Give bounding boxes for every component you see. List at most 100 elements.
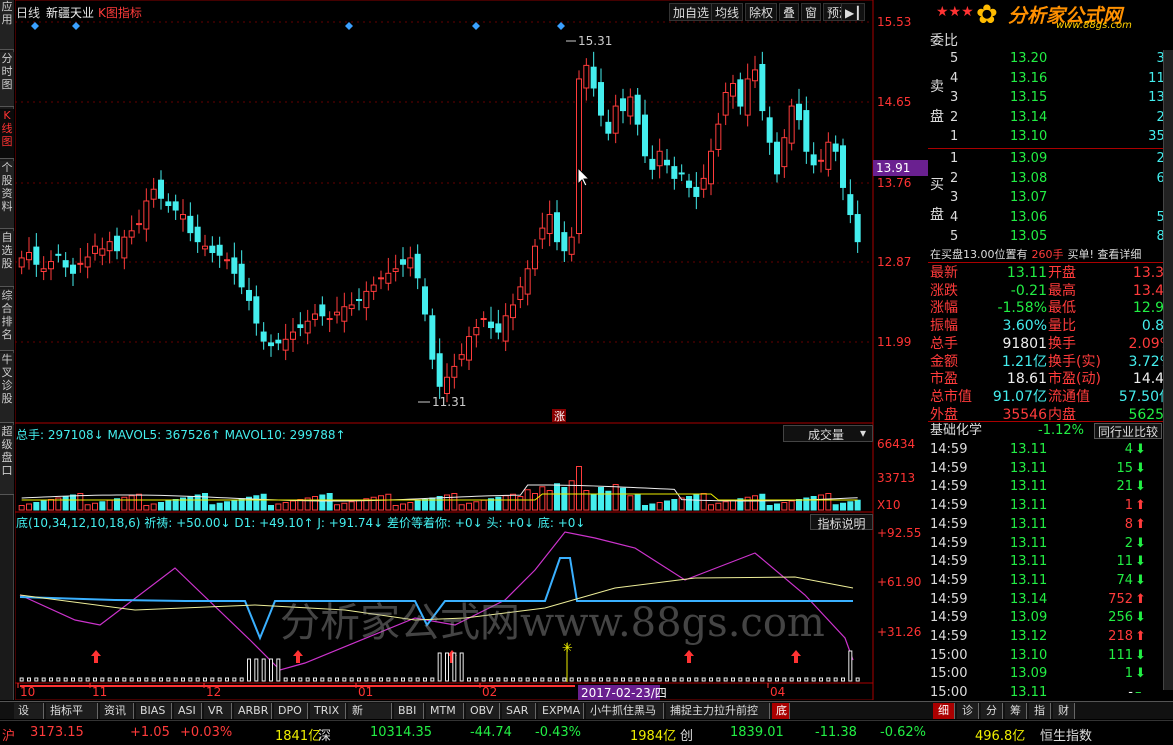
compare-button[interactable]: 同行业比较 [1094, 423, 1163, 439]
candle-body [341, 306, 348, 322]
volume-bar [392, 505, 399, 511]
candle-body [627, 96, 634, 117]
indicator-tab-8[interactable]: TRIX [310, 703, 346, 719]
big-order-notice[interactable]: 在买盘13.00位置有 260手 买单! 查看详细 [930, 246, 1141, 262]
side-tab-0[interactable]: 应用 [0, 0, 14, 50]
indicator-tab-7[interactable]: DPO [274, 703, 308, 719]
side-tab-1[interactable]: 分时图 [0, 52, 14, 107]
indicator-tab-11[interactable]: MTM [426, 703, 464, 719]
indicator-tab-4[interactable]: ASI [174, 703, 202, 719]
volume-bar [554, 483, 560, 511]
indicator-tab-1[interactable]: 指标平台 [46, 703, 98, 733]
indicator-tab-12[interactable]: OBV [466, 703, 500, 719]
bottom-signal-bar [342, 677, 347, 682]
indicator-tab-15[interactable]: 小牛抓住黑马 [586, 703, 664, 719]
volume-bar [282, 502, 289, 511]
candle-body [436, 353, 443, 387]
cy-index[interactable]: 1839.01 [730, 725, 784, 740]
side-tab-3[interactable]: 个股资料 [0, 161, 14, 229]
bottom-signal-bar [27, 677, 31, 682]
tick-price: 13.11 [1010, 516, 1048, 532]
buy-level-row[interactable]: 513.0581 [928, 228, 1173, 246]
candle-body [136, 223, 142, 226]
bottom-signal-bar [518, 677, 523, 682]
candle-body [517, 286, 524, 301]
indicator-tab-6[interactable]: ARBR [234, 703, 272, 719]
side-tab-5[interactable]: 综合排名 [0, 289, 14, 351]
bottom-signal-bar [716, 677, 721, 682]
sell-level-row[interactable]: 4 13.16 116 [928, 70, 1173, 88]
candle-body [290, 331, 296, 340]
panel-tab-3[interactable]: 筹 [1005, 703, 1027, 719]
indicator-tab-3[interactable]: BIAS [136, 703, 172, 719]
volume-bar [730, 499, 736, 511]
tick-price: 13.09 [1010, 666, 1048, 682]
sh-index[interactable]: 3173.15 [30, 725, 84, 740]
volume-selector[interactable]: 成交量 ▾ [783, 425, 873, 442]
candle-body [246, 289, 252, 301]
scrollbar[interactable] [1163, 50, 1173, 690]
indicator-tab-10[interactable]: BBI [394, 703, 424, 719]
quote-label: 最新 [930, 265, 958, 281]
sh-percent: +0.03% [180, 725, 233, 740]
logo: ★★★ ✿ 分析家公式网 www.88gs.com [928, 0, 1173, 31]
level-price: 13.10 [1010, 129, 1048, 144]
panel-tab-0[interactable]: 细 [933, 703, 955, 719]
side-tab-7[interactable]: 超级盘口 [0, 425, 14, 495]
candle-body [664, 159, 670, 166]
side-tab-6[interactable]: 牛叉诊股 [0, 353, 14, 423]
x-axis-label: 01 [358, 685, 373, 699]
volume-bar [341, 502, 348, 511]
indicator-tab-13[interactable]: SAR [502, 703, 536, 719]
bottom-signal-bar [489, 677, 493, 682]
bottom-signal-bar [34, 677, 39, 682]
volume-bar [70, 494, 76, 511]
quote-row: 涨幅 -1.58% 最低 12.99 [928, 299, 1173, 317]
indicator-tab-2[interactable]: 资讯 [100, 703, 134, 719]
candle-body [187, 215, 194, 234]
buy-level-row[interactable]: 213.0865 [928, 170, 1173, 188]
sell-level-row[interactable]: 3 13.15 133 [928, 89, 1173, 107]
candle-body [788, 105, 795, 144]
indicator-tab-0[interactable]: 设置 [14, 703, 44, 733]
sell-level-row[interactable]: 213.1427 [928, 109, 1173, 127]
tick-price: 13.11 [1010, 442, 1048, 457]
panel-tab-5[interactable]: 财 [1053, 703, 1075, 719]
bottom-signal-bar [159, 677, 163, 682]
volume-bar [539, 486, 546, 511]
buy-level-row[interactable]: 313.073 [928, 189, 1173, 207]
sector-name[interactable]: 基础化学 [930, 422, 982, 440]
bottom-signal-bar [107, 677, 112, 682]
candle-body [766, 117, 773, 143]
panel-tab-4[interactable]: 指 [1029, 703, 1051, 719]
bottom-signal-bar [166, 677, 171, 682]
bottom-signal-bar [19, 677, 24, 682]
indicator-help-button[interactable]: 指标说明 [810, 514, 873, 531]
indicator-tab-16[interactable]: 捕捉主力拉升前控 [666, 703, 770, 719]
buy-level-row[interactable]: 413.0650 [928, 209, 1173, 227]
sell-level-row[interactable]: 1 13.10 353 [928, 128, 1173, 146]
sz-index[interactable]: 10314.35 [370, 725, 432, 740]
up-arrow-icon: ⬆ [1135, 498, 1146, 514]
quote-label: 最低 [1048, 300, 1076, 317]
indicator-tab-5[interactable]: VR [204, 703, 232, 719]
level-price: 13.15 [1010, 90, 1048, 105]
side-tab-2[interactable]: K线图 [0, 109, 14, 159]
volume-bar [774, 503, 780, 511]
indicator-tab-14[interactable]: EXPMA [538, 703, 584, 719]
indicator-tab-9[interactable]: 新DMA [348, 703, 392, 733]
bottom-signal-bar [203, 677, 207, 682]
side-tab-4[interactable]: 自选股 [0, 231, 14, 287]
bottom-signal-bar [555, 677, 559, 682]
panel-tab-2[interactable]: 分 [981, 703, 1003, 719]
candle-body [180, 214, 186, 220]
buy-level-row[interactable]: 113.0921 [928, 150, 1173, 168]
bottom-signal-bar [657, 677, 662, 682]
sell-level-row[interactable]: 513.2031 [928, 50, 1173, 68]
candle-body [693, 186, 700, 197]
indicator-tab-17[interactable]: 底 [772, 703, 790, 719]
tick-time: 14:59 [930, 498, 968, 514]
panel-tab-1[interactable]: 诊 [957, 703, 979, 719]
volume-bar [708, 504, 714, 511]
hs-label: 恒生指数 [1040, 729, 1093, 744]
